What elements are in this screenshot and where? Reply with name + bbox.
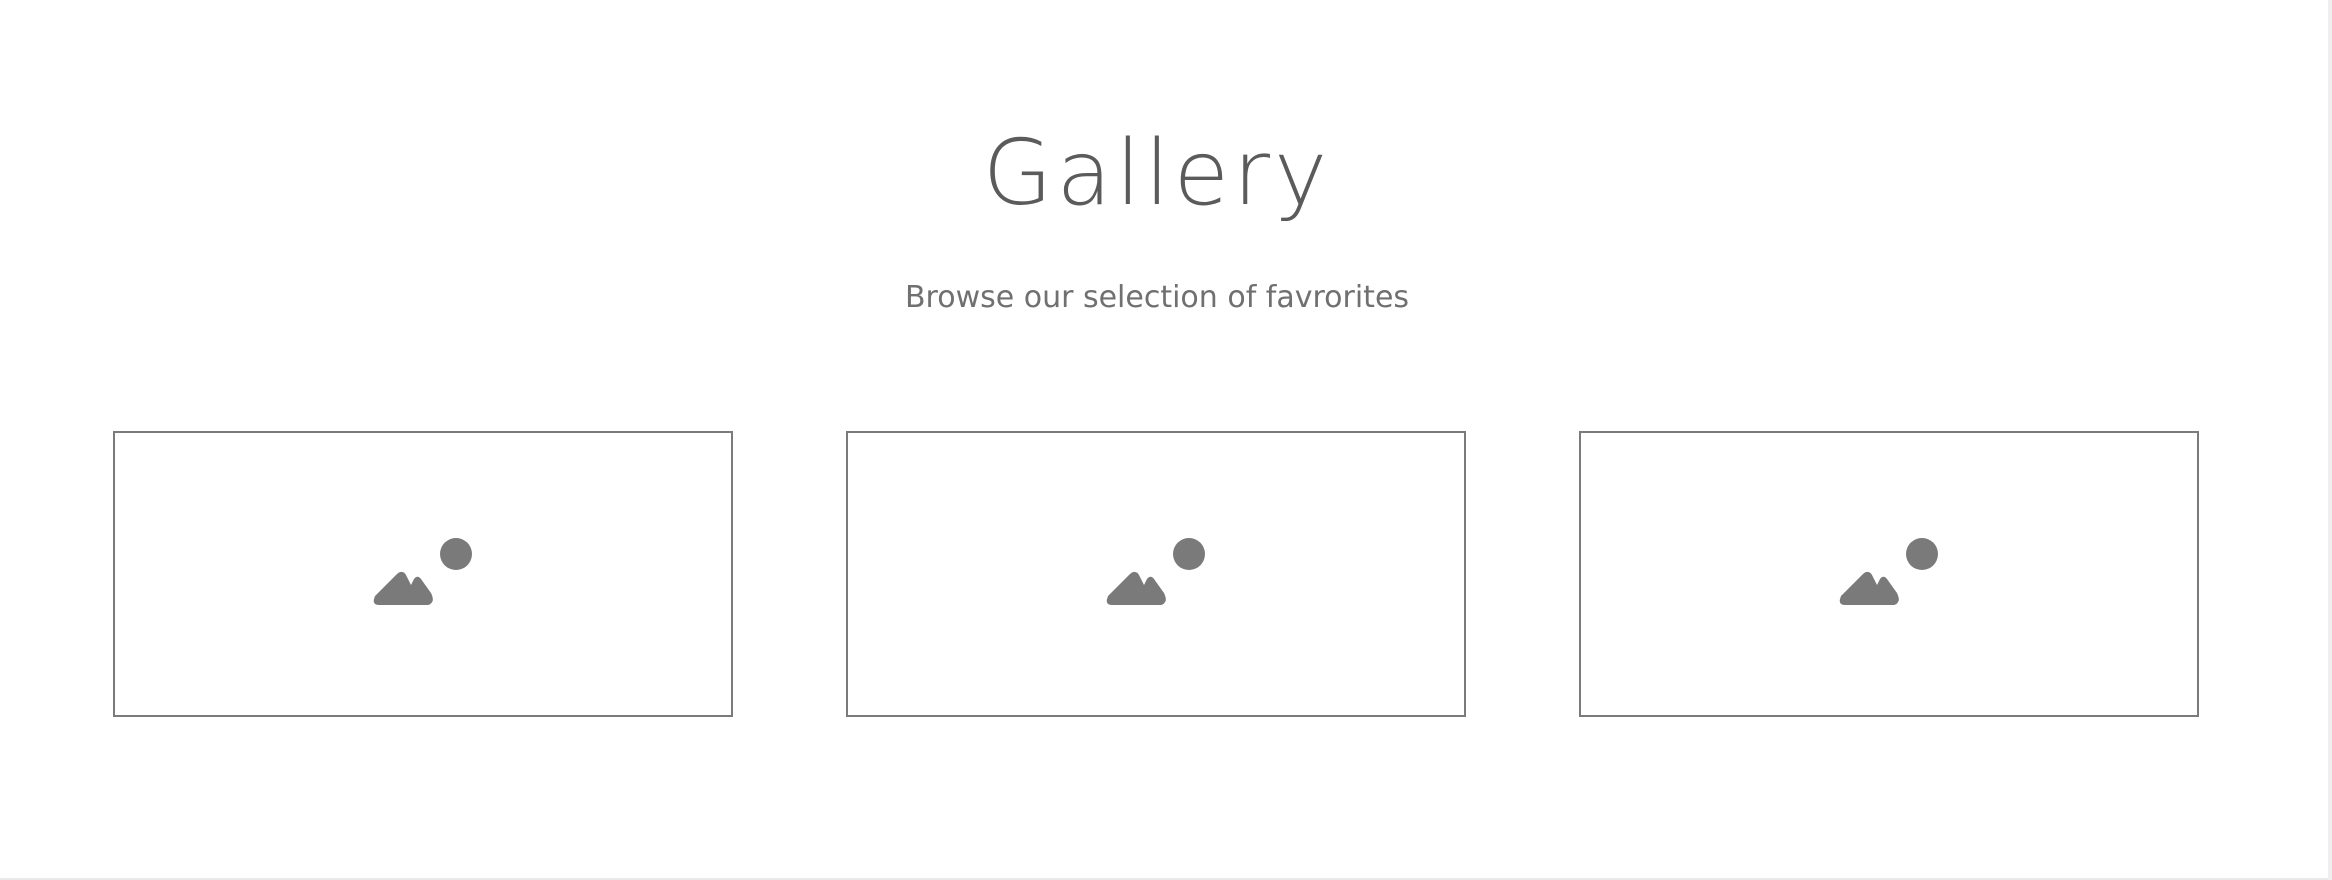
gallery-image-1[interactable] (113, 431, 733, 717)
image-placeholder-icon (373, 536, 473, 612)
gallery-image-2[interactable] (846, 431, 1466, 717)
gallery-image-3[interactable] (1579, 431, 2199, 717)
gallery-title: Gallery (982, 121, 1332, 226)
image-placeholder-icon (1106, 536, 1206, 612)
gallery-section: Gallery Browse our selection of favrorit… (0, 0, 2328, 880)
gallery-subtitle: Browse our selection of favrorites (904, 280, 1410, 315)
image-placeholder-icon (1839, 536, 1939, 612)
page-scroll-edge (2328, 0, 2332, 880)
